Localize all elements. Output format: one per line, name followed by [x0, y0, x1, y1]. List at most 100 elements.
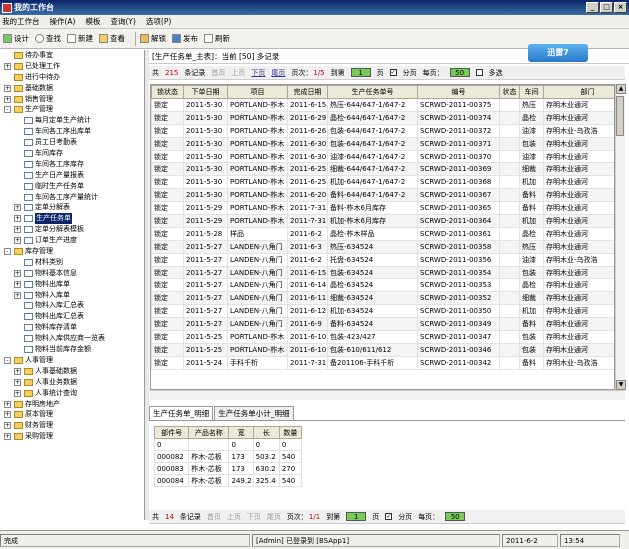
sidebar-item[interactable]: 每月定单生产统计 [0, 115, 144, 126]
sidebar-item[interactable]: 物料入库汇总表 [0, 300, 144, 311]
detail-first-page-link[interactable]: 首页 [207, 512, 221, 522]
sidebar-item[interactable]: 物料当前库存金额 [0, 344, 144, 355]
collapse-icon[interactable]: - [4, 356, 11, 364]
unlock-button[interactable]: 解锁 [140, 33, 166, 44]
expand-icon[interactable]: + [4, 411, 11, 419]
table-row[interactable]: 锁定 2011-5-30 PORTLAND-柞木 2011-6-26 包装-644/64… [151, 123, 614, 138]
sidebar-item[interactable]: 物料出库汇总表 [0, 311, 144, 322]
expand-icon[interactable]: + [4, 400, 11, 408]
table-row[interactable]: 锁定 2011-5-30 PORTLAND-柞木 2011-6-30 油漆-644/64… [151, 149, 614, 164]
table-row[interactable]: 锁定 2011-5-30 PORTLAND-柞木 2011-6-25 细裁-644/64… [151, 162, 614, 177]
expand-icon[interactable]: + [4, 62, 11, 70]
table-row[interactable]: 锁定 2011-5-27 LANDEN-八角门 2011-6-11 细裁-634524 S… [151, 291, 614, 306]
sidebar-item[interactable]: 物料库存清单 [0, 322, 144, 333]
grid-horizontal-scrollbar[interactable] [150, 390, 625, 400]
detail-prev-page-link[interactable]: 上页 [227, 512, 241, 522]
table-row[interactable]: 锁定 2011-5-27 LANDEN-八角门 2011-6-9 备料-634524 SC… [151, 317, 614, 332]
scroll-down-icon[interactable]: ▼ [616, 380, 626, 390]
expand-icon[interactable]: + [14, 237, 21, 245]
maximize-button[interactable]: □ [600, 2, 613, 13]
column-header[interactable]: 完成日期 [287, 85, 328, 99]
sidebar-item[interactable]: + 人事业务数据 [0, 377, 144, 388]
scroll-thumb[interactable] [616, 96, 624, 136]
sidebar-item[interactable]: - 生产管理 [0, 104, 144, 115]
table-row[interactable]: 锁定 2011-5-30 PORTLAND-柞木 2011-6-30 包装-644/64… [151, 136, 614, 151]
detail-column-header[interactable]: 部件号 [154, 426, 190, 439]
expand-icon[interactable]: + [14, 367, 21, 375]
detail-row[interactable]: 000083 柞木-芯板 173 630.2 270 [154, 462, 303, 475]
sidebar-item[interactable]: + 人事基础数据 [0, 366, 144, 377]
collapse-icon[interactable]: - [4, 248, 11, 256]
sidebar-item[interactable]: 物料入库供应商一览表 [0, 333, 144, 344]
detail-column-header[interactable]: 产品名称 [188, 426, 230, 439]
expand-icon[interactable]: + [4, 422, 11, 430]
collapse-icon[interactable]: - [4, 106, 11, 114]
sidebar-item[interactable]: 员工日考勤表 [0, 137, 144, 148]
expand-icon[interactable]: + [4, 84, 11, 92]
detail-column-header[interactable]: 数量 [278, 426, 303, 439]
prev-page-link[interactable]: 上页 [231, 68, 245, 78]
sidebar-item[interactable]: - 库存管理 [0, 246, 144, 257]
sidebar-item[interactable]: + 订单生产进度 [0, 235, 144, 246]
expand-icon[interactable]: + [14, 215, 21, 223]
column-header[interactable]: 车间 [519, 85, 544, 99]
table-row[interactable]: 锁定 2011-5-27 LANDEN-八角门 2011-6-3 热压-634524 SC… [151, 239, 614, 254]
paginate-checkbox[interactable]: ✓ [389, 69, 397, 76]
column-header[interactable]: 项目 [227, 85, 288, 99]
sidebar-item[interactable]: + 存明房地产 [0, 399, 144, 410]
detail-row[interactable]: 000084 柞木-芯板 249.2 325.4 540 [154, 474, 303, 487]
detail-paginate-checkbox[interactable]: ✓ [385, 513, 393, 520]
search-button[interactable]: 查找 [35, 33, 61, 44]
sidebar-item[interactable]: 临时生产任务单 [0, 181, 144, 192]
refresh-button[interactable]: 刷新 [204, 33, 230, 44]
table-row[interactable]: 锁定 2011-5-30 PORTLAND-柞木 2011-6-20 备料-644/64… [151, 188, 614, 203]
table-row[interactable]: 锁定 2011-5-30 PORTLAND-柞木 2011-6-29 晶检-644/64… [151, 110, 614, 125]
detail-per-page-input[interactable]: 50 [445, 512, 466, 521]
design-button[interactable]: 设计 [3, 33, 29, 44]
sidebar-item[interactable]: + 销售管理 [0, 94, 144, 105]
scroll-up-icon[interactable]: ▲ [616, 84, 626, 94]
tab-subtotal-detail[interactable]: 生产任务单小计_明细 [214, 406, 294, 420]
menu-template[interactable]: 模板 [85, 16, 100, 27]
table-row[interactable]: 锁定 2011-5-27 LANDEN-八角门 2011-6-15 包装-634524 S… [151, 265, 614, 280]
menu-query[interactable]: 查询(Y) [110, 16, 135, 27]
last-page-link[interactable]: 尾页 [271, 68, 285, 78]
expand-icon[interactable]: + [14, 280, 21, 288]
sidebar-item[interactable]: + 采购管理 [0, 431, 144, 442]
view-button[interactable]: 查看 [99, 33, 125, 44]
sidebar-item[interactable]: + 物料基本信息 [0, 268, 144, 279]
column-header[interactable]: 锁状态 [151, 85, 184, 99]
sidebar-item[interactable]: + 原本管理 [0, 409, 144, 420]
table-row[interactable]: 锁定 2011-5-24 手科千析 2011-7-31 备201106-手科千析 SCRW… [151, 355, 614, 370]
table-row[interactable]: 锁定 2011-5-28 样品 2011-6-2 晶检-柞木样品 SCRWD-2011-0… [151, 226, 614, 241]
sidebar-item[interactable]: 车间各工序出库单 [0, 126, 144, 137]
sidebar-item[interactable]: 材料类别 [0, 257, 144, 268]
column-header[interactable]: 状态 [499, 85, 520, 99]
sidebar-item[interactable]: - 人事管理 [0, 355, 144, 366]
sidebar-item[interactable]: + 人事统计查询 [0, 388, 144, 399]
menu-operation[interactable]: 操作(A) [50, 16, 76, 27]
per-page-input[interactable]: 50 [449, 68, 470, 77]
column-header[interactable]: 部门 [543, 85, 614, 99]
sidebar-item[interactable]: + 定单分解表 [0, 202, 144, 213]
sidebar-item[interactable]: + 基础数据 [0, 83, 144, 94]
table-row[interactable]: 锁定 2011-5-29 PORTLAND-柞木 2011-7-31 机加-柞木6月库存… [151, 214, 614, 228]
sidebar-item[interactable]: + 物料出库单 [0, 279, 144, 290]
detail-column-header[interactable]: 宽 [228, 426, 254, 439]
expand-icon[interactable]: + [14, 378, 21, 386]
sidebar-item[interactable]: + 已处理工作 [0, 61, 144, 72]
sidebar-item[interactable]: 生产日产量报表 [0, 170, 144, 181]
sidebar-item[interactable]: 进行中待办 [0, 72, 144, 83]
sidebar-item[interactable]: + 生产任务单 [0, 213, 144, 225]
minimize-button[interactable]: _ [586, 2, 599, 13]
sidebar-item[interactable]: + 财务管理 [0, 420, 144, 431]
detail-column-header[interactable]: 长 [252, 426, 280, 439]
expand-icon[interactable]: + [14, 389, 21, 397]
goto-page-input[interactable]: 1 [350, 68, 371, 77]
expand-icon[interactable]: + [4, 433, 11, 441]
new-button[interactable]: 新建 [67, 33, 93, 44]
sidebar-item[interactable]: + 物料入库单 [0, 290, 144, 301]
close-button[interactable]: × [614, 2, 627, 13]
sidebar-item[interactable]: 车间各工序库存 [0, 159, 144, 170]
detail-last-page-link[interactable]: 尾页 [267, 512, 281, 522]
